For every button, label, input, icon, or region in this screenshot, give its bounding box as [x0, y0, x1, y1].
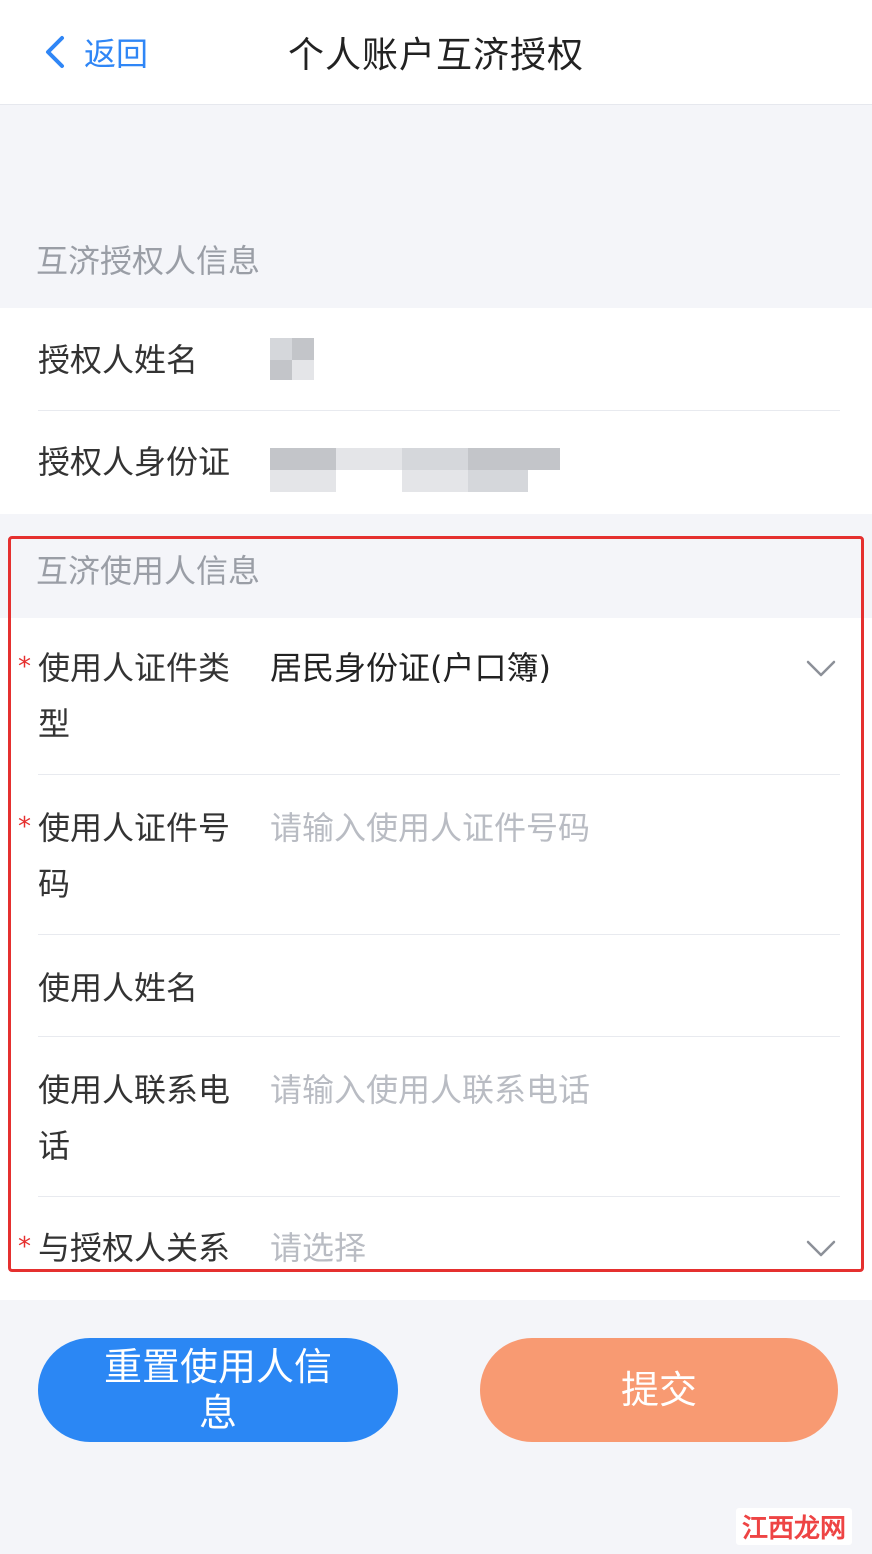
nav-bar: 返回 个人账户互济授权 — [0, 0, 872, 105]
grantor-section-title: 互济授权人信息 — [36, 242, 261, 280]
divider — [38, 410, 840, 411]
grantor-name-label: 授权人姓名 — [38, 341, 199, 379]
submit-button[interactable]: 提交 — [480, 1338, 838, 1442]
reset-user-info-button[interactable]: 重置使用人信 息 — [38, 1338, 398, 1442]
watermark: 江西龙网 — [736, 1508, 853, 1545]
highlight-frame — [8, 536, 864, 1272]
grantor-id-label: 授权人身份证 — [38, 443, 231, 481]
page-title: 个人账户互济授权 — [287, 35, 584, 76]
